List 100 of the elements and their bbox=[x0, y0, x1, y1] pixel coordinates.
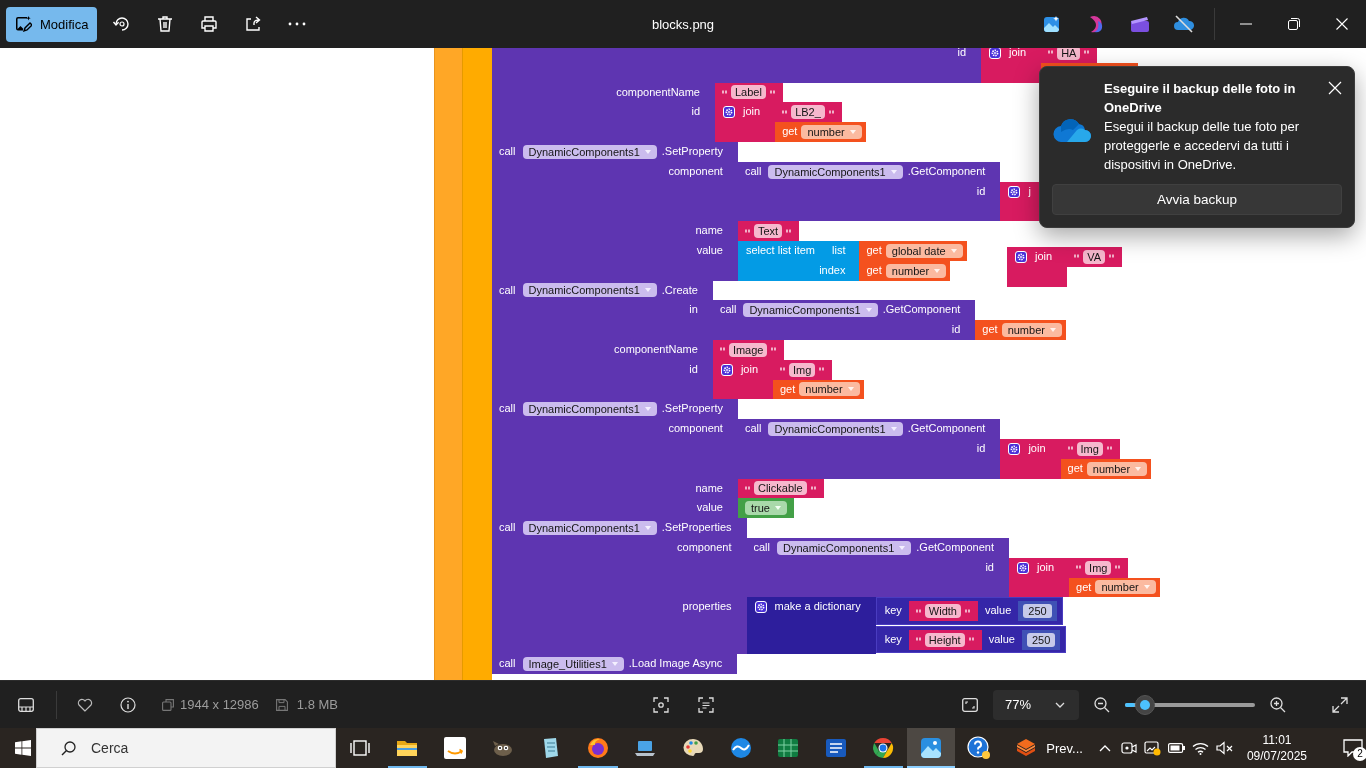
caret-icon bbox=[644, 526, 651, 531]
quote-icon bbox=[819, 367, 825, 373]
edit-button[interactable]: Modifica bbox=[6, 6, 98, 42]
quote-icon bbox=[769, 90, 775, 95]
zoom-dropdown[interactable]: 77% bbox=[993, 689, 1079, 720]
landscape-sparkle-icon[interactable] bbox=[1044, 16, 1060, 32]
block-label: component bbox=[668, 421, 723, 437]
quote-icon bbox=[1067, 446, 1073, 452]
string-value: LB2_ bbox=[791, 105, 825, 120]
quote-icon bbox=[744, 485, 750, 491]
clapperboard-icon[interactable] bbox=[1131, 16, 1149, 32]
quote-icon bbox=[1048, 50, 1054, 56]
block-label: value bbox=[696, 500, 723, 516]
focus-icon[interactable] bbox=[652, 696, 669, 713]
info-icon[interactable] bbox=[120, 696, 136, 713]
block-label: id bbox=[985, 559, 994, 575]
image-size-text: 1944 x 12986 bbox=[180, 697, 259, 712]
component-name: DynamicComponents1 bbox=[783, 540, 895, 555]
restore-icon[interactable] bbox=[1288, 18, 1300, 30]
image-size-icon bbox=[162, 698, 174, 711]
window-title: blocks.png bbox=[651, 16, 715, 32]
quote-icon bbox=[915, 637, 921, 643]
block-label: call bbox=[499, 656, 516, 672]
caret-icon bbox=[644, 407, 651, 412]
block-label: value bbox=[984, 603, 1012, 619]
taskbar-button[interactable]: Prev... bbox=[1002, 728, 1093, 768]
block-label: id bbox=[691, 104, 700, 120]
search-field[interactable]: Cerca bbox=[36, 728, 336, 768]
block-label: key bbox=[884, 603, 902, 619]
block-label: .SetProperty bbox=[661, 144, 723, 159]
block-label: .GetComponent bbox=[882, 302, 961, 318]
fit-screen-icon[interactable] bbox=[962, 697, 978, 712]
smile-tile-icon bbox=[443, 736, 467, 760]
delete-icon[interactable] bbox=[156, 15, 175, 33]
variable-name: global date bbox=[891, 243, 946, 258]
backup-button[interactable]: Avvia backup bbox=[1052, 184, 1342, 215]
gear-icon bbox=[720, 363, 733, 376]
block-label: call bbox=[719, 302, 737, 318]
string-value: Image bbox=[728, 342, 768, 357]
block-label: id bbox=[957, 48, 966, 60]
component-name: Image_Utilities1 bbox=[528, 657, 607, 672]
block-label: .GetComponent bbox=[916, 540, 994, 555]
gear-icon bbox=[1008, 443, 1021, 455]
caret-icon bbox=[890, 427, 897, 432]
more-icon[interactable] bbox=[288, 22, 307, 26]
block-label: component bbox=[677, 540, 732, 555]
start-icon[interactable] bbox=[15, 740, 31, 756]
block-label: value bbox=[696, 243, 723, 258]
close-icon[interactable] bbox=[1336, 18, 1348, 30]
block-label: get bbox=[1076, 579, 1092, 595]
caret-icon bbox=[644, 149, 651, 154]
close-icon[interactable] bbox=[1328, 81, 1342, 95]
taskbar-button[interactable] bbox=[907, 728, 955, 768]
expand-icon[interactable] bbox=[1332, 696, 1348, 713]
image-alert-icon[interactable] bbox=[1144, 740, 1162, 756]
string-value: Width bbox=[924, 604, 961, 619]
caret-icon bbox=[611, 662, 618, 667]
string-value: Label bbox=[731, 85, 766, 100]
heart-icon[interactable] bbox=[77, 697, 93, 712]
caret-icon bbox=[934, 268, 941, 273]
block-label: id bbox=[951, 322, 961, 338]
speaker-muted-icon[interactable] bbox=[1216, 741, 1234, 755]
variable-name: number bbox=[1092, 461, 1131, 476]
gear-icon bbox=[1016, 561, 1029, 574]
block-label: name bbox=[695, 223, 723, 239]
number-value: 250 bbox=[1026, 632, 1056, 647]
block-label: componentName bbox=[616, 84, 700, 100]
block-label: key bbox=[884, 631, 902, 647]
zoom-out-icon[interactable] bbox=[1094, 696, 1110, 713]
quote-icon bbox=[1106, 446, 1112, 452]
component-name: DynamicComponents1 bbox=[528, 402, 640, 417]
print-icon[interactable] bbox=[200, 15, 219, 33]
clock-date[interactable]: 09/07/2025 bbox=[1246, 748, 1307, 764]
filmstrip-icon[interactable] bbox=[18, 697, 34, 712]
camera-icon[interactable] bbox=[1120, 740, 1137, 756]
share-icon[interactable] bbox=[244, 15, 263, 33]
notification-icon[interactable] bbox=[1343, 739, 1363, 757]
block-label: get bbox=[1067, 460, 1083, 476]
component-name: DynamicComponents1 bbox=[528, 521, 640, 536]
block-label: join bbox=[1035, 249, 1053, 264]
quote-icon bbox=[810, 485, 816, 491]
variable-name: number bbox=[1101, 580, 1139, 595]
string-value: Clickable bbox=[753, 481, 807, 496]
chevron-up-icon[interactable] bbox=[1098, 744, 1111, 752]
wifi-icon[interactable] bbox=[1192, 741, 1210, 755]
battery-icon[interactable] bbox=[1167, 742, 1186, 754]
block-label: make a dictionary bbox=[774, 599, 861, 615]
slider-thumb[interactable] bbox=[1135, 694, 1156, 715]
cloud-off-icon[interactable] bbox=[1174, 15, 1194, 33]
clock-time[interactable]: 11:01 bbox=[1262, 732, 1292, 748]
swirl-icon[interactable] bbox=[1088, 15, 1104, 33]
block-label: id bbox=[976, 183, 986, 199]
string-value: VA bbox=[1083, 249, 1105, 264]
running-indicator bbox=[907, 766, 955, 768]
caret-icon bbox=[890, 169, 897, 174]
zoom-in-icon[interactable] bbox=[1270, 696, 1286, 713]
rotate-icon[interactable] bbox=[112, 15, 131, 33]
text-scan-icon[interactable] bbox=[697, 696, 714, 713]
caret-icon bbox=[644, 288, 651, 293]
block-label: get bbox=[782, 124, 798, 140]
